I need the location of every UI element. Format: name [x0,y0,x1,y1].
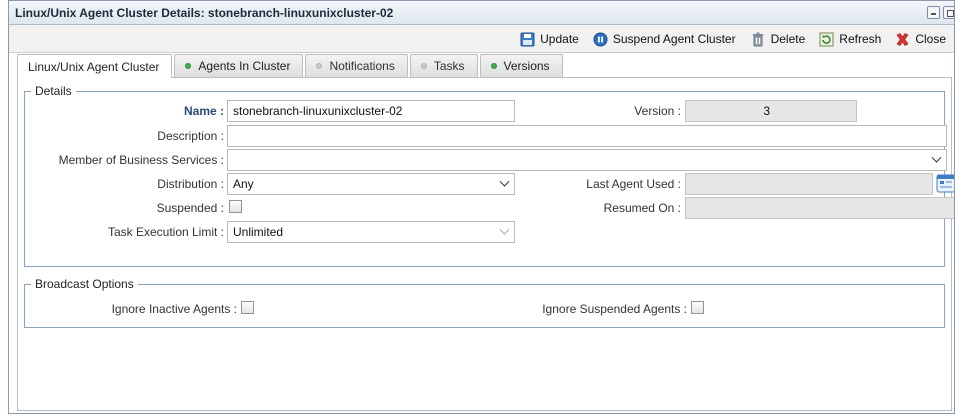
distribution-label: Distribution : [157,177,224,191]
status-green-icon [185,63,192,69]
distribution-select[interactable]: Any [227,173,515,195]
maximize-icon[interactable] [943,6,954,19]
task-execution-limit-label: Task Execution Limit : [107,225,224,239]
close-x-icon [895,32,910,47]
tab-content-panel: Details Name : stonebranch-linuxunixclus… [17,77,954,411]
window-title: Linux/Unix Agent Cluster Details: stoneb… [15,6,394,20]
broadcast-options-legend: Broadcast Options [31,277,138,291]
status-gray-icon [420,63,427,69]
tab-label: Versions [503,59,550,73]
pause-circle-icon [593,32,608,47]
ignore-inactive-agents-label: Ignore Inactive Agents : [111,302,237,316]
task-execution-limit-value: Unlimited [233,225,284,239]
status-gray-icon [316,63,323,69]
toolbar: Update Suspend Agent Cluster Delete Refr… [9,25,954,53]
refresh-button[interactable]: Refresh [819,31,881,47]
delete-label: Delete [770,32,806,46]
description-field[interactable] [227,125,947,147]
ignore-suspended-agents-checkbox[interactable] [691,301,704,314]
refresh-label: Refresh [839,32,882,46]
version-label: Version : [634,104,681,118]
suspended-label: Suspended : [156,201,224,215]
suspended-checkbox[interactable] [229,200,242,213]
ignore-suspended-agents-label: Ignore Suspended Agents : [542,302,687,316]
description-label: Description : [157,129,224,143]
broadcast-options-group: Broadcast Options Ignore Inactive Agents… [24,277,945,328]
resumed-on-label: Resumed On : [603,201,681,215]
chevron-down-icon [499,224,510,235]
ignore-inactive-agents-checkbox[interactable] [241,301,254,314]
business-services-label: Member of Business Services : [58,153,224,167]
business-services-select[interactable] [227,149,947,171]
calendar-icon[interactable] [936,173,954,193]
chevron-down-icon [931,152,942,163]
trash-icon [750,31,766,47]
tab-notifications[interactable]: Notifications [305,54,408,77]
task-execution-limit-select[interactable]: Unlimited [227,221,515,243]
resumed-on-field [685,197,954,219]
update-button[interactable]: Update [520,31,579,47]
update-label: Update [540,32,579,46]
tab-label: Tasks [433,59,465,73]
details-group: Details Name : stonebranch-linuxunixclus… [24,84,954,267]
chevron-down-icon [499,176,510,187]
last-agent-used-label: Last Agent Used : [586,177,681,191]
minimize-icon[interactable] [927,6,940,19]
details-legend: Details [31,84,76,98]
save-disk-icon [520,32,535,47]
refresh-icon [819,32,834,47]
tab-agents-in-cluster[interactable]: Agents In Cluster [174,54,304,77]
tab-linux-unix-agent-cluster[interactable]: Linux/Unix Agent Cluster [17,54,173,78]
name-field[interactable]: stonebranch-linuxunixcluster-02 [227,100,515,122]
name-label: Name : [183,104,224,118]
status-green-icon [490,63,497,69]
tab-label: Agents In Cluster [198,59,291,73]
tab-label: Notifications [329,59,395,73]
tab-label: Linux/Unix Agent Cluster [28,59,160,74]
distribution-value: Any [233,177,254,191]
version-field: 3 [685,100,857,122]
tab-strip: Linux/Unix Agent Cluster Agents In Clust… [17,54,565,78]
close-label: Close [915,32,946,46]
tab-tasks[interactable]: Tasks [409,54,478,77]
suspend-agent-cluster-button[interactable]: Suspend Agent Cluster [593,31,736,47]
agent-cluster-details-window: Linux/Unix Agent Cluster Details: stoneb… [8,0,955,414]
window-titlebar: Linux/Unix Agent Cluster Details: stoneb… [9,1,954,25]
suspend-label: Suspend Agent Cluster [612,32,736,46]
tab-versions[interactable]: Versions [479,54,563,77]
delete-button[interactable]: Delete [750,31,806,47]
last-agent-used-field [685,173,933,195]
close-button[interactable]: Close [895,31,946,47]
